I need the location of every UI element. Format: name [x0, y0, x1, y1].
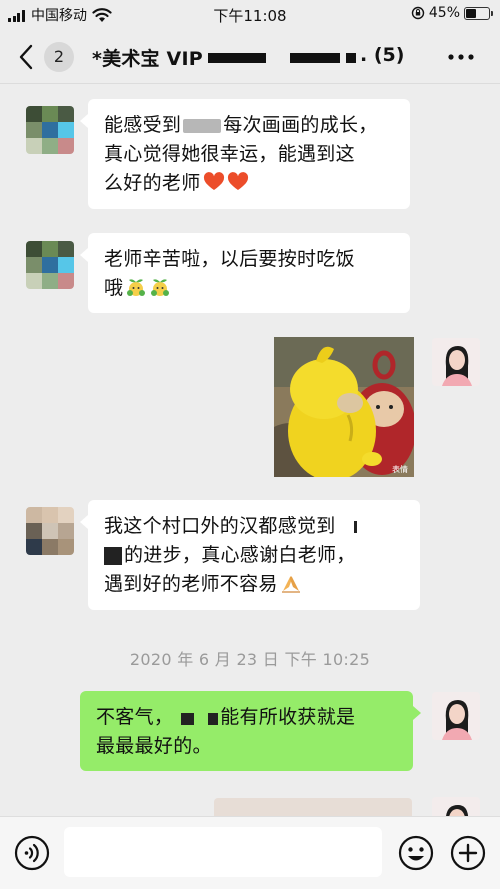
redaction-mark — [183, 118, 222, 133]
message-bubble[interactable]: 老师辛苦啦，以后要按时吃饭 哦 — [80, 233, 410, 313]
message-line: 不客气， 能有所收获就是 — [96, 703, 397, 732]
sticker-caption: 表情 — [392, 464, 408, 474]
message-bubble[interactable]: 不客气， 能有所收获就是 最最最好的。 — [80, 691, 421, 771]
status-right: 45% — [411, 5, 493, 21]
message-text: 能有所收获就是 — [220, 706, 356, 728]
sprout-face-icon — [127, 279, 146, 296]
message-text: 能感受到 — [104, 114, 182, 136]
message-line: 哦 — [104, 274, 394, 303]
chat-header: 2 *美术宝 VIP . (5) — [0, 30, 500, 84]
user-avatar-image — [432, 797, 480, 816]
redaction-mark — [104, 546, 122, 565]
status-bar: 中国移动 下午11:08 45% — [0, 0, 500, 30]
message-text: 最最最好的。 — [96, 735, 212, 757]
my-avatar[interactable] — [432, 797, 480, 816]
teletubbies-sticker-image: 表情 — [274, 337, 414, 477]
member-count: . (5) — [360, 44, 405, 66]
redaction-mark — [208, 713, 219, 725]
battery-fill — [466, 8, 476, 18]
message-line: 的进步，真心感谢白老师， — [104, 541, 404, 570]
user-avatar-image — [432, 338, 480, 386]
message-line: 遇到好的老师不容易 — [104, 570, 404, 599]
sender-avatar[interactable] — [26, 106, 74, 154]
redaction-mark — [353, 520, 357, 533]
battery-percent: 45% — [428, 5, 460, 21]
message-text: 老师辛苦啦，以后要按时吃饭 — [104, 248, 355, 270]
image-message[interactable]: 表情 — [274, 337, 414, 477]
back-chevron-icon[interactable] — [18, 44, 34, 70]
heart-icon — [227, 172, 248, 190]
redaction-mark — [181, 713, 195, 725]
message-input[interactable] — [64, 827, 382, 877]
redaction-mark — [208, 53, 266, 63]
message-text: 每次画画的成长， — [223, 114, 378, 136]
message-text: 遇到好的老师不容易 — [104, 573, 278, 595]
message-text: 不客气， — [96, 706, 174, 728]
message-text: 么好的老师 — [104, 172, 201, 194]
message-text: 的进步，真心感谢白老师， — [124, 544, 356, 566]
redaction-mark — [346, 53, 356, 63]
message-bubble[interactable]: 能感受到 每次画画的成长， 真心觉得她很幸运，能遇到这 么好的老师 — [80, 99, 410, 209]
message-line: 么好的老师 — [104, 169, 394, 198]
battery-icon — [464, 6, 493, 20]
input-bar — [0, 816, 500, 889]
image-message-partial[interactable] — [214, 798, 412, 816]
chat-title: *美术宝 VIP — [92, 48, 203, 70]
more-dots-icon[interactable] — [446, 52, 476, 62]
message-text: 哦 — [104, 277, 124, 299]
message-line: 能感受到 每次画画的成长， — [104, 111, 394, 140]
message-text: 真心觉得她很幸运，能遇到这 — [104, 143, 355, 165]
message-text: 我这个村口外的汉都感觉到 — [104, 515, 336, 537]
voice-icon[interactable] — [14, 835, 50, 871]
message-line: 我这个村口外的汉都感觉到 — [104, 512, 404, 541]
lock-rotation-icon — [411, 6, 425, 20]
user-avatar-image — [432, 692, 480, 740]
redaction-mark — [290, 53, 340, 63]
emoji-icon[interactable] — [398, 835, 434, 871]
my-avatar[interactable] — [432, 692, 480, 740]
sender-avatar[interactable] — [26, 241, 74, 289]
heart-icon — [203, 172, 224, 190]
plus-icon[interactable] — [450, 835, 486, 871]
praying-hands-icon — [281, 576, 300, 593]
my-avatar[interactable] — [432, 338, 480, 386]
message-timestamp: 2020 年 6 月 23 日 下午 10:25 — [129, 650, 371, 669]
message-bubble[interactable]: 我这个村口外的汉都感觉到 的进步，真心感谢白老师， 遇到好的老师不容易 — [80, 500, 420, 610]
sprout-face-icon — [151, 279, 170, 296]
unread-count-badge[interactable]: 2 — [44, 42, 74, 72]
sender-avatar[interactable] — [26, 507, 74, 555]
